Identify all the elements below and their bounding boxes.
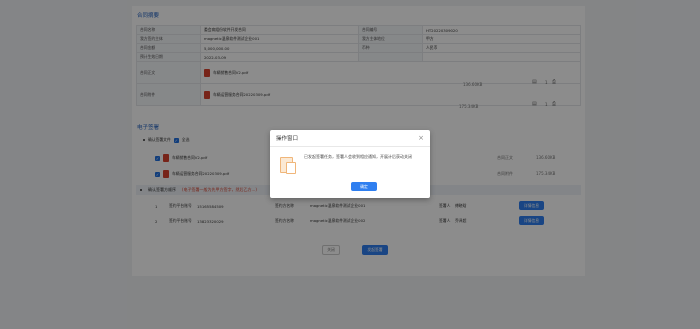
operation-dialog: 操作窗口 × 已发起签署任务，签署人会收到相应通知，开展计后获动关闭 确定 <box>270 130 430 198</box>
dialog-header: 操作窗口 × <box>270 130 430 147</box>
dialog-ok-button[interactable]: 确定 <box>351 182 377 191</box>
document-illustration-icon <box>278 154 298 176</box>
dialog-message: 已发起签署任务，签署人会收到相应通知，开展计后获动关闭 <box>304 154 412 159</box>
close-icon[interactable]: × <box>418 134 424 142</box>
dialog-title: 操作窗口 <box>276 136 299 142</box>
dialog-body: 已发起签署任务，签署人会收到相应通知，开展计后获动关闭 <box>278 154 422 176</box>
